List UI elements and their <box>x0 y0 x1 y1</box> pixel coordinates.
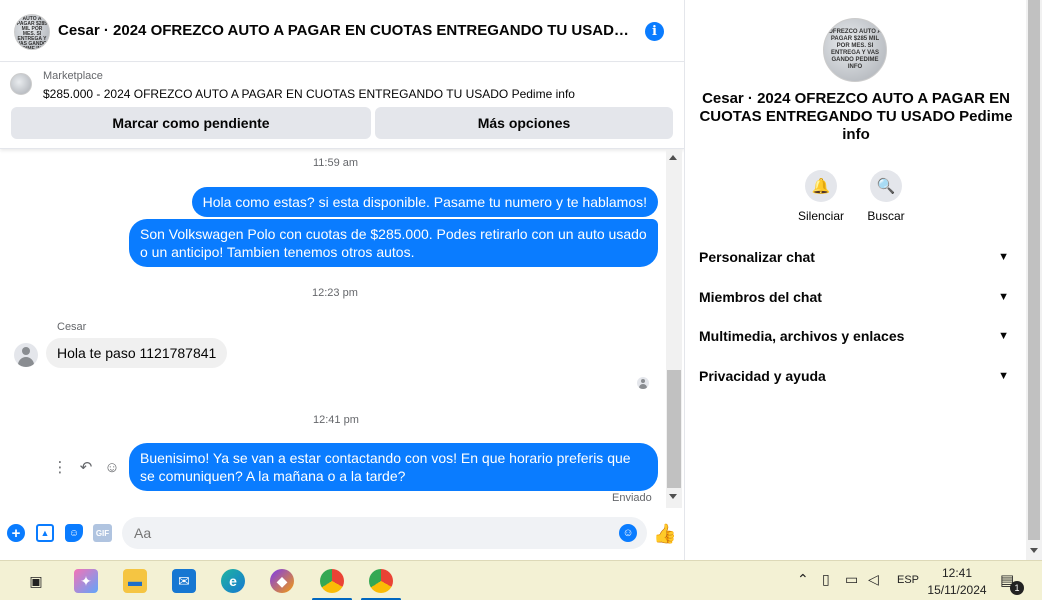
sticker-icon[interactable]: ☺ <box>65 524 83 542</box>
copilot-icon[interactable]: ✦ <box>74 569 98 593</box>
marketplace-listing: Marketplace $285.000 - 2024 OFREZCO AUTO… <box>0 63 684 149</box>
search-button[interactable]: 🔍 Buscar <box>856 170 916 223</box>
details-avatar: OFREZCO AUTO A PAGAR $285 MIL POR MES. S… <box>823 18 887 82</box>
edge-icon[interactable]: e <box>221 569 245 593</box>
section-label: Personalizar chat <box>699 249 815 265</box>
timestamp: 11:59 am <box>313 157 359 169</box>
more-options-button[interactable]: Más opciones <box>375 107 673 139</box>
message-input[interactable] <box>122 517 647 549</box>
language-indicator[interactable]: ESP <box>897 574 919 586</box>
clock[interactable]: 12:41 15/11/2024 <box>926 565 988 599</box>
image-icon[interactable]: ▲ <box>36 524 54 542</box>
chrome-icon[interactable] <box>369 569 393 593</box>
more-vertical-icon[interactable]: ⋮ <box>52 458 68 476</box>
clock-date: 15/11/2024 <box>927 583 987 597</box>
chevron-down-icon: ▼ <box>998 291 1009 303</box>
battery-icon[interactable]: ▭ <box>845 571 858 588</box>
chevron-down-icon: ▼ <box>998 330 1009 342</box>
message-outgoing[interactable]: Hola como estas? si esta disponible. Pas… <box>191 187 658 217</box>
message-list: 11:59 am Hola como estas? si esta dispon… <box>0 150 666 508</box>
plus-icon[interactable]: + <box>7 524 25 542</box>
chevron-down-icon: ▼ <box>998 251 1009 263</box>
message-status: Enviado <box>612 492 652 504</box>
section-label: Miembros del chat <box>699 289 822 305</box>
conversation-title[interactable]: Cesar · 2024 OFREZCO AUTO A PAGAR EN CUO… <box>58 22 633 39</box>
scroll-down-icon[interactable] <box>669 494 677 499</box>
read-receipt-avatar <box>637 377 649 389</box>
search-label: Buscar <box>867 209 905 223</box>
listing-description[interactable]: $285.000 - 2024 OFREZCO AUTO A PAGAR EN … <box>43 87 575 101</box>
message-incoming[interactable]: Hola te paso 1121787841 <box>46 338 228 368</box>
taskbar: ▣ ✦ ▬ ✉ e ◆ ⌃ ▯ ▭ ◁ ESP 12:41 15/11/2024… <box>0 560 1042 600</box>
listing-source: Marketplace <box>43 70 103 82</box>
message-outgoing[interactable]: Son Volkswagen Polo con cuotas de $285.0… <box>129 219 658 267</box>
section-label: Privacidad y ayuda <box>699 368 826 384</box>
device-icon[interactable]: ▯ <box>822 571 830 588</box>
section-media-files-links[interactable]: Multimedia, archivos y enlaces ▼ <box>699 324 1011 348</box>
chevron-down-icon: ▼ <box>998 370 1009 382</box>
chrome-profile-icon[interactable] <box>320 569 344 593</box>
details-pane: OFREZCO AUTO A PAGAR $285 MIL POR MES. S… <box>684 0 1026 560</box>
mute-label: Silenciar <box>797 209 845 223</box>
message-outgoing[interactable]: Buenisimo! Ya se van a estar contactando… <box>129 443 658 491</box>
composer: + ▲ ☺ GIF ☺ 👍 <box>0 510 684 558</box>
info-icon[interactable]: i <box>645 22 664 41</box>
sender-name: Cesar <box>57 321 87 333</box>
emoji-icon[interactable]: ☺ <box>619 524 637 542</box>
timestamp: 12:41 pm <box>313 414 359 426</box>
reaction-icon[interactable]: ☺ <box>104 459 120 476</box>
section-customize-chat[interactable]: Personalizar chat ▼ <box>699 245 1011 269</box>
page-scrollbar[interactable] <box>1026 0 1042 560</box>
file-explorer-icon[interactable]: ▬ <box>123 569 147 593</box>
section-privacy-help[interactable]: Privacidad y ayuda ▼ <box>699 364 1011 388</box>
clock-time: 12:41 <box>941 566 973 580</box>
chat-scrollbar[interactable] <box>666 150 682 508</box>
mail-icon[interactable]: ✉ <box>172 569 196 593</box>
sender-avatar[interactable] <box>14 343 38 367</box>
search-icon: 🔍 <box>870 170 902 202</box>
details-title: Cesar · 2024 OFREZCO AUTO A PAGAR EN CUO… <box>699 90 1013 143</box>
listing-thumbnail[interactable] <box>10 73 32 95</box>
conversation-avatar[interactable]: OFREZCO AUTO A PAGAR $285 MIL POR MES. S… <box>14 14 50 50</box>
volume-icon[interactable]: ◁ <box>868 571 879 588</box>
notification-badge: 1 <box>1010 581 1024 595</box>
reply-icon[interactable]: ↶ <box>78 458 94 476</box>
message-actions: ⋮ ↶ ☺ <box>52 458 120 477</box>
section-label: Multimedia, archivos y enlaces <box>699 328 905 344</box>
chevron-up-icon[interactable]: ⌃ <box>797 571 809 588</box>
scroll-thumb[interactable] <box>1028 0 1040 540</box>
chat-pane: OFREZCO AUTO A PAGAR $285 MIL POR MES. S… <box>0 0 684 560</box>
app-window: OFREZCO AUTO A PAGAR $285 MIL POR MES. S… <box>0 0 1042 600</box>
task-view-icon[interactable]: ▣ <box>24 569 48 593</box>
thumbs-up-icon[interactable]: 👍 <box>653 522 677 546</box>
scroll-thumb[interactable] <box>667 370 681 488</box>
chat-header: OFREZCO AUTO A PAGAR $285 MIL POR MES. S… <box>0 0 684 62</box>
bell-icon: 🔔 <box>805 170 837 202</box>
section-chat-members[interactable]: Miembros del chat ▼ <box>699 285 1011 309</box>
scroll-up-icon[interactable] <box>669 155 677 160</box>
mute-button[interactable]: 🔔 Silenciar <box>791 170 851 223</box>
scroll-down-icon[interactable] <box>1030 548 1038 553</box>
gif-icon[interactable]: GIF <box>93 524 112 542</box>
mark-pending-button[interactable]: Marcar como pendiente <box>11 107 371 139</box>
office-icon[interactable]: ◆ <box>270 569 294 593</box>
timestamp: 12:23 pm <box>312 287 358 299</box>
